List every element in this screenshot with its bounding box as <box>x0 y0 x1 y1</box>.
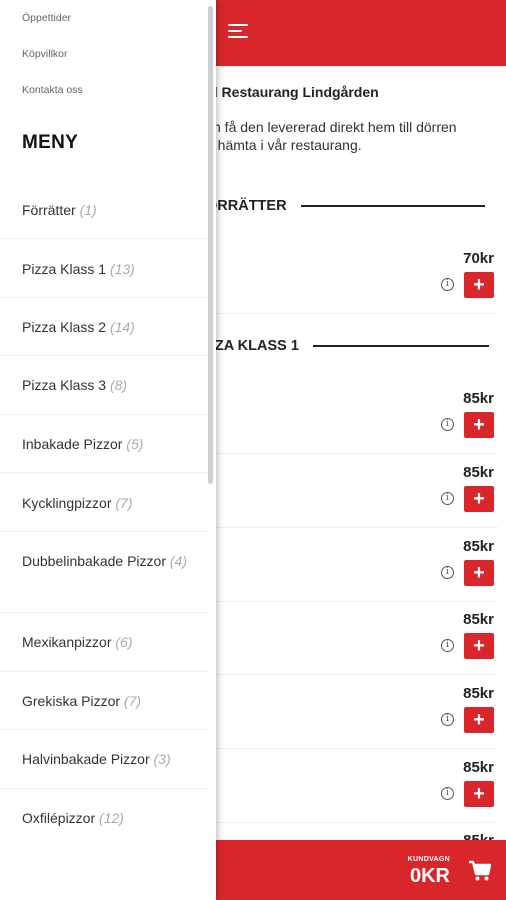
plus-icon: + <box>473 562 485 584</box>
add-to-cart-button[interactable]: + <box>464 707 494 733</box>
add-to-cart-button[interactable]: + <box>464 633 494 659</box>
category-divider <box>300 205 485 207</box>
drawer-item-forratter[interactable]: Förrätter (1) <box>0 180 208 239</box>
menu-item-row: 85kr i + <box>206 675 498 749</box>
drawer-item-label: Halvinbakade Pizzor <box>22 751 150 767</box>
plus-icon: + <box>473 414 485 436</box>
intro-line-2: tt hämta i vår restaurang. <box>206 137 362 153</box>
drawer-item-count: (7) <box>115 495 133 511</box>
drawer-item-dubbelinbakade-pizzor[interactable]: Dubbelinbakade Pizzor (4) <box>0 532 208 613</box>
drawer-item-halvinbakade-pizzor[interactable]: Halvinbakade Pizzor (3) <box>0 730 208 789</box>
link-terms[interactable]: Köpvillkor <box>22 48 68 60</box>
menu-item-row: 85kr i + <box>206 601 498 675</box>
item-price: 85kr <box>463 759 494 776</box>
plus-icon: + <box>473 274 485 296</box>
menu-title: MENY <box>22 132 79 153</box>
cart-total: 0KR <box>409 865 450 887</box>
drawer-item-pizza-klass-1[interactable]: Pizza Klass 1 (13) <box>0 239 208 298</box>
add-to-cart-button[interactable]: + <box>464 486 494 512</box>
drawer-item-label: Dubbelinbakade Pizzor <box>22 553 166 569</box>
intro-text: ch få den levererad direkt hem till dörr… <box>206 118 457 154</box>
category-header-forratter: ÖRRÄTTER <box>206 198 485 214</box>
cart-label: KUNDVAGN <box>407 856 450 863</box>
info-icon[interactable]: i <box>441 639 454 652</box>
intro-line-1: ch få den levererad direkt hem till dörr… <box>206 119 457 135</box>
plus-icon: + <box>473 488 485 510</box>
drawer-item-oxfilepizzor[interactable]: Oxfilépizzor (12) <box>0 789 208 848</box>
drawer-item-count: (5) <box>126 436 144 452</box>
item-price: 85kr <box>463 611 494 628</box>
plus-icon: + <box>473 709 485 731</box>
drawer-item-label: Grekiska Pizzor <box>22 693 121 709</box>
info-icon[interactable]: i <box>441 787 454 800</box>
drawer-item-count: (12) <box>99 810 124 826</box>
drawer-item-label: Pizza Klass 3 <box>22 377 107 393</box>
drawer-item-pizza-klass-2[interactable]: Pizza Klass 2 (14) <box>0 298 208 356</box>
info-icon[interactable]: i <box>441 713 454 726</box>
cart-icon[interactable] <box>468 860 492 882</box>
drawer-item-label: Kycklingpizzor <box>22 495 112 511</box>
category-title: ZZA KLASS 1 <box>206 338 299 354</box>
drawer-item-count: (6) <box>115 634 133 650</box>
item-price: 85kr <box>463 685 494 702</box>
drawer-item-label: Inbakade Pizzor <box>22 436 123 452</box>
link-opening-hours[interactable]: Öppettider <box>22 12 71 24</box>
info-icon[interactable]: i <box>441 492 454 505</box>
plus-icon: + <box>473 783 485 805</box>
menu-item-row: 85kr i + <box>206 749 498 823</box>
menu-item-row: 85kr i + <box>206 528 498 602</box>
add-to-cart-button[interactable]: + <box>464 781 494 807</box>
drawer-item-count: (3) <box>153 751 171 767</box>
drawer-item-mexikanpizzor[interactable]: Mexikanpizzor (6) <box>0 613 208 672</box>
info-icon[interactable]: i <box>441 278 454 291</box>
drawer-item-count: (7) <box>123 693 142 709</box>
menu-item-row: 70kr i + <box>206 240 498 314</box>
drawer-item-count: (14) <box>109 319 135 335</box>
menu-item-row: 85kr i + <box>206 454 498 528</box>
hamburger-icon[interactable] <box>228 24 248 42</box>
drawer-item-inbakade-pizzor[interactable]: Inbakade Pizzor (5) <box>0 415 208 473</box>
drawer-item-label: Mexikanpizzor <box>22 634 112 650</box>
category-title: ÖRRÄTTER <box>206 198 287 214</box>
drawer-item-grekiska-pizzor[interactable]: Grekiska Pizzor (7) <box>0 672 208 730</box>
add-to-cart-button[interactable]: + <box>464 560 494 586</box>
drawer-scrollbar[interactable] <box>208 6 213 484</box>
link-contact[interactable]: Kontakta oss <box>22 84 83 96</box>
drawer-item-count: (1) <box>79 202 97 218</box>
add-to-cart-button[interactable]: + <box>464 412 494 438</box>
drawer-item-label: Förrätter <box>22 202 76 218</box>
add-to-cart-button[interactable]: + <box>464 272 494 298</box>
info-icon[interactable]: i <box>441 566 454 579</box>
drawer-item-kycklingpizzor[interactable]: Kycklingpizzor (7) <box>0 473 208 532</box>
item-price: 85kr <box>463 538 494 555</box>
info-icon[interactable]: i <box>441 418 454 431</box>
menu-item-row: 85kr i + <box>206 380 498 454</box>
item-price: 70kr <box>463 250 494 267</box>
drawer-item-count: (13) <box>109 261 135 277</box>
category-divider <box>312 345 489 347</box>
drawer-item-pizza-klass-3[interactable]: Pizza Klass 3 (8) <box>0 356 208 415</box>
category-header-pizza-klass-1: ZZA KLASS 1 <box>206 338 489 354</box>
drawer-item-count: (4) <box>169 553 187 569</box>
drawer-item-label: Pizza Klass 2 <box>22 319 107 335</box>
drawer-item-count: (8) <box>109 377 128 393</box>
drawer-item-label: Pizza Klass 1 <box>22 261 107 277</box>
welcome-title: ill Restaurang Lindgården <box>206 84 379 100</box>
item-price: 85kr <box>463 390 494 407</box>
item-price: 85kr <box>463 464 494 481</box>
drawer-item-label: Oxfilépizzor <box>22 810 96 826</box>
side-drawer: Öppettider Köpvillkor Kontakta oss MENY … <box>0 0 216 900</box>
plus-icon: + <box>473 635 485 657</box>
